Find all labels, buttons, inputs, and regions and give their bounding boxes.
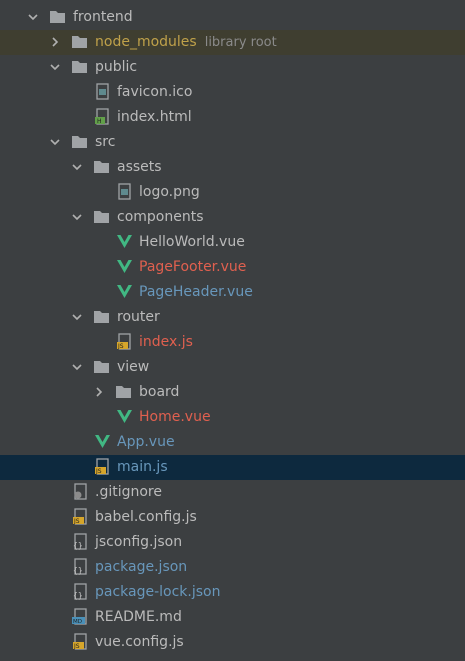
tree-item-components[interactable]: components xyxy=(0,205,465,230)
gitignore-file-icon xyxy=(72,483,89,500)
tree-item-app-vue[interactable]: App.vue xyxy=(0,430,465,455)
tree-item-label: view xyxy=(117,359,150,375)
svg-text:{}: {} xyxy=(73,591,83,600)
tree-item-label: App.vue xyxy=(117,434,175,450)
tree-item-assets[interactable]: assets xyxy=(0,155,465,180)
tree-item-vue-config-js[interactable]: JS vue.config.js xyxy=(0,630,465,655)
tree-item-index-html[interactable]: H index.html xyxy=(0,105,465,130)
svg-text:JS: JS xyxy=(95,468,102,475)
markdown-file-icon: MD xyxy=(72,608,89,625)
tree-item-label: components xyxy=(117,209,204,225)
image-file-icon xyxy=(116,183,133,200)
vue-file-icon xyxy=(116,233,133,250)
json-file-icon: {} xyxy=(72,533,89,550)
js-file-icon: JS xyxy=(116,333,133,350)
vue-file-icon xyxy=(116,258,133,275)
chevron-down-icon[interactable] xyxy=(49,136,61,148)
chevron-right-icon[interactable] xyxy=(93,386,105,398)
tree-item-label: HelloWorld.vue xyxy=(139,234,245,250)
svg-text:{}: {} xyxy=(73,566,83,575)
folder-icon xyxy=(93,358,110,375)
tree-item-label: package-lock.json xyxy=(95,584,221,600)
folder-icon xyxy=(71,133,88,150)
tree-item-router[interactable]: router xyxy=(0,305,465,330)
tree-item-label: package.json xyxy=(95,559,188,575)
tree-item-frontend[interactable]: frontend xyxy=(0,5,465,30)
tree-item-package-json[interactable]: {} package.json xyxy=(0,555,465,580)
svg-text:MD: MD xyxy=(73,619,82,625)
tree-item-logo-png[interactable]: logo.png xyxy=(0,180,465,205)
tree-item-pageheader-vue[interactable]: PageHeader.vue xyxy=(0,280,465,305)
tree-item-node-modules[interactable]: node_modules library root xyxy=(0,30,465,55)
tree-item-label: index.html xyxy=(117,109,192,125)
chevron-down-icon[interactable] xyxy=(49,61,61,73)
tree-item-label: jsconfig.json xyxy=(95,534,183,550)
tree-item-label: main.js xyxy=(117,459,168,475)
tree-item-jsconfig-json[interactable]: {} jsconfig.json xyxy=(0,530,465,555)
tree-item-index-js[interactable]: JS index.js xyxy=(0,330,465,355)
tree-item-helloworld-vue[interactable]: HelloWorld.vue xyxy=(0,230,465,255)
chevron-right-icon[interactable] xyxy=(49,36,61,48)
tree-item-label: README.md xyxy=(95,609,182,625)
library-root-hint: library root xyxy=(204,35,277,50)
json-file-icon: {} xyxy=(72,558,89,575)
folder-icon xyxy=(49,8,66,25)
tree-item-label: babel.config.js xyxy=(95,509,197,525)
svg-text:{}: {} xyxy=(73,541,83,550)
svg-text:JS: JS xyxy=(73,518,80,525)
tree-item-label: public xyxy=(95,59,138,75)
svg-text:H: H xyxy=(97,118,102,125)
image-file-icon xyxy=(94,83,111,100)
folder-icon xyxy=(93,308,110,325)
tree-item-label: Home.vue xyxy=(139,409,211,425)
folder-icon xyxy=(71,58,88,75)
tree-item-readme-md[interactable]: MD README.md xyxy=(0,605,465,630)
tree-item-board[interactable]: board xyxy=(0,380,465,405)
tree-item-label: index.js xyxy=(139,334,193,350)
tree-item-label: frontend xyxy=(73,9,133,25)
tree-item-label: logo.png xyxy=(139,184,200,200)
tree-item-favicon[interactable]: favicon.ico xyxy=(0,80,465,105)
tree-item-label: vue.config.js xyxy=(95,634,184,650)
tree-item-label: board xyxy=(139,384,180,400)
vue-file-icon xyxy=(116,408,133,425)
svg-text:JS: JS xyxy=(73,643,80,650)
json-file-icon: {} xyxy=(72,583,89,600)
folder-icon xyxy=(115,383,132,400)
chevron-down-icon[interactable] xyxy=(71,211,83,223)
tree-item-babel-config-js[interactable]: JS babel.config.js xyxy=(0,505,465,530)
vue-file-icon xyxy=(94,433,111,450)
js-file-icon: JS xyxy=(72,633,89,650)
chevron-down-icon[interactable] xyxy=(71,311,83,323)
tree-item-main-js[interactable]: JS main.js xyxy=(0,455,465,480)
tree-item-label: PageFooter.vue xyxy=(139,259,247,275)
vue-file-icon xyxy=(116,283,133,300)
html-file-icon: H xyxy=(94,108,111,125)
folder-icon xyxy=(93,208,110,225)
tree-item-label: favicon.ico xyxy=(117,84,193,100)
js-file-icon: JS xyxy=(72,508,89,525)
tree-item-label: assets xyxy=(117,159,162,175)
tree-item-view[interactable]: view xyxy=(0,355,465,380)
tree-item-src[interactable]: src xyxy=(0,130,465,155)
folder-icon xyxy=(71,33,88,50)
tree-item-label: src xyxy=(95,134,116,150)
tree-item-package-lock-json[interactable]: {} package-lock.json xyxy=(0,580,465,605)
folder-icon xyxy=(93,158,110,175)
tree-item-home-vue[interactable]: Home.vue xyxy=(0,405,465,430)
tree-item-public[interactable]: public xyxy=(0,55,465,80)
tree-item-label: PageHeader.vue xyxy=(139,284,253,300)
tree-item-gitignore[interactable]: .gitignore xyxy=(0,480,465,505)
project-tree: frontend node_modules library root public… xyxy=(0,0,465,661)
chevron-down-icon[interactable] xyxy=(71,361,83,373)
tree-item-pagefooter-vue[interactable]: PageFooter.vue xyxy=(0,255,465,280)
svg-text:JS: JS xyxy=(117,343,124,350)
chevron-down-icon[interactable] xyxy=(27,11,39,23)
js-file-icon: JS xyxy=(94,458,111,475)
tree-item-label: .gitignore xyxy=(95,484,162,500)
chevron-down-icon[interactable] xyxy=(71,161,83,173)
tree-item-label: node_modules xyxy=(95,34,197,50)
tree-item-label: router xyxy=(117,309,160,325)
